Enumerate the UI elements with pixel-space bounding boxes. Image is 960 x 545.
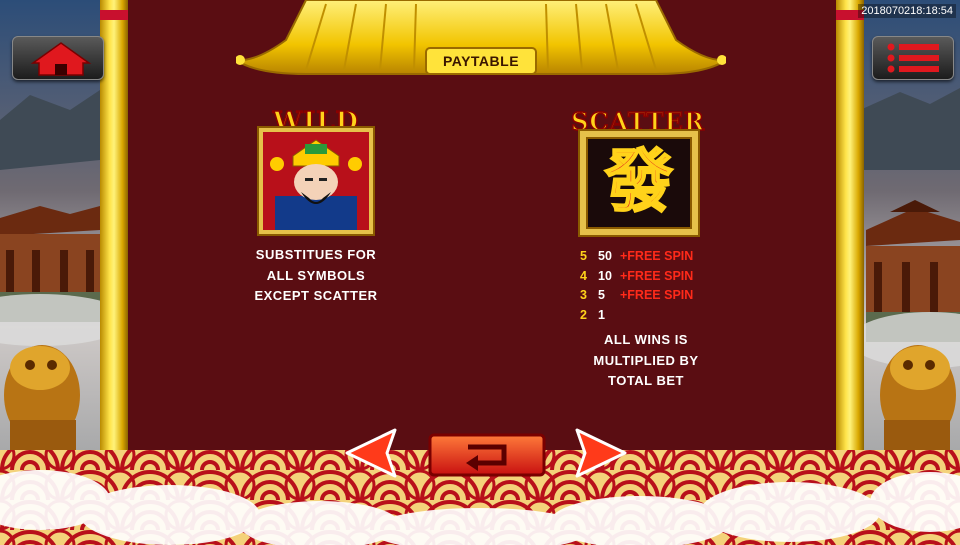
wild-desc-line2: ALL SYMBOLS — [266, 267, 366, 283]
scatter-glyph: 發 — [604, 143, 674, 222]
arrow-right-icon — [575, 428, 627, 478]
timestamp: 2018070218:18:54 — [858, 4, 956, 18]
scatter-symbol-image: 發 — [578, 129, 700, 237]
wild-desc-line1: SUBSTITUES FOR — [255, 247, 377, 262]
right-pillar — [836, 0, 864, 470]
payout-row: 5 50 +FREE SPIN — [580, 249, 694, 263]
menu-button[interactable] — [872, 36, 954, 80]
menu-list-icon — [887, 43, 939, 73]
payout-row: 4 10 +FREE SPIN — [580, 268, 694, 283]
home-icon — [30, 42, 92, 76]
scatter-note-line3: TOTAL BET — [608, 373, 684, 388]
right-lion-statue — [880, 345, 956, 454]
payout-row: 21 — [580, 307, 605, 322]
scatter-note-line2: MULTIPLIED BY — [593, 352, 699, 368]
wild-symbol-image — [257, 126, 375, 236]
scatter-payout-table: 5 50 +FREE SPIN 4 10 +FREE SPIN 3 5 +FREE SPIN… — [580, 247, 740, 325]
return-button[interactable] — [428, 433, 546, 477]
scatter-note: ALL WINS IS MULTIPLIED BY TOTAL BET — [568, 330, 724, 392]
wild-description: SUBSTITUES FOR ALL SYMBOLS EXCEPT SCATTE… — [230, 245, 402, 307]
wild-desc-line3: EXCEPT SCATTER — [254, 288, 378, 303]
left-pillar — [100, 0, 128, 470]
scatter-note-line1: ALL WINS IS — [604, 332, 688, 347]
home-button[interactable] — [12, 36, 104, 80]
left-lion-statue — [4, 345, 80, 454]
previous-page-button[interactable] — [343, 428, 399, 478]
payout-row: 3 5 +FREE SPIN — [580, 288, 694, 302]
arrow-left-icon — [345, 428, 397, 478]
paytable-title: PAYTABLE — [442, 53, 520, 69]
next-page-button[interactable] — [573, 428, 629, 478]
